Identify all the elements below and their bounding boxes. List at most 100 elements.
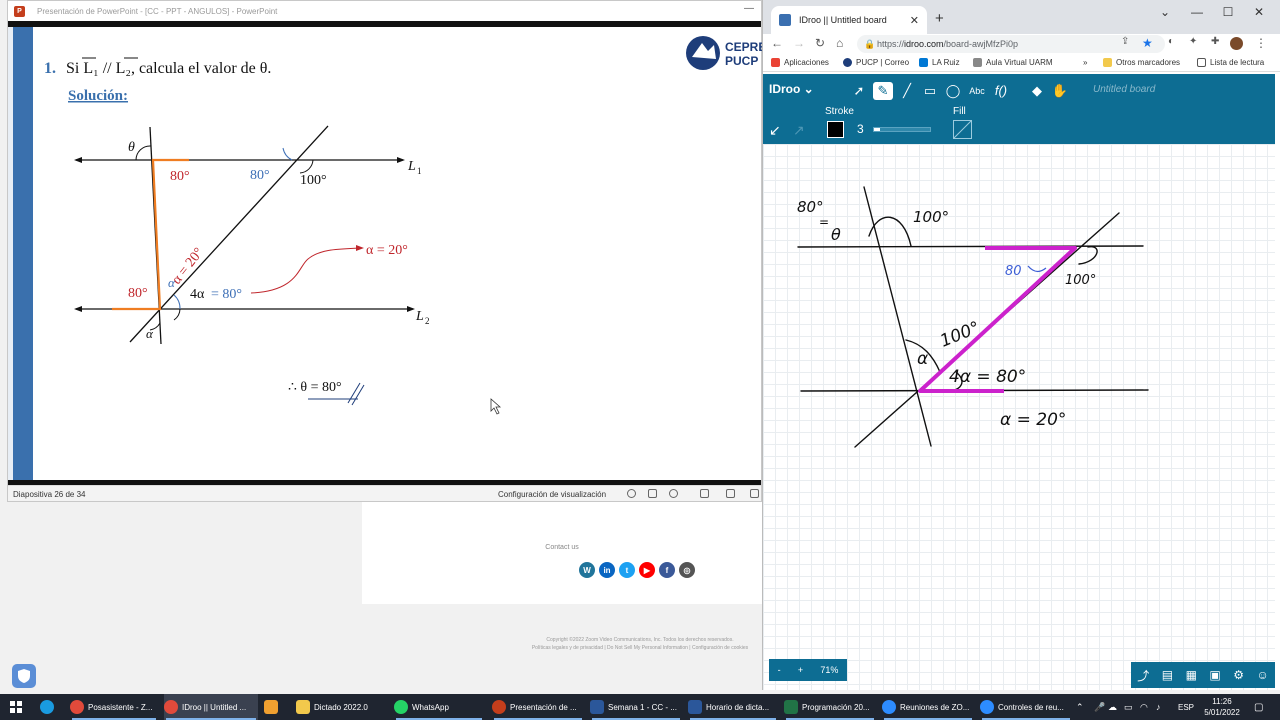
taskbar-item-word-semana[interactable]: Semana 1 - CC - ... (590, 694, 682, 720)
wordpress-icon[interactable]: W (579, 562, 595, 578)
view-settings-button[interactable]: Configuración de visualización (498, 490, 606, 499)
problem-number: 1. (44, 60, 56, 77)
label-alpha-eq-20-callout: α = 20° (366, 243, 408, 258)
star-icon[interactable]: ★ (1142, 36, 1153, 50)
reload-button[interactable]: ↻ (815, 36, 825, 50)
puzzle-icon[interactable]: ✚ (1211, 36, 1219, 47)
taskbar-item-zoom-controles[interactable]: Controles de reu... (980, 694, 1072, 720)
stroke-width-slider[interactable] (873, 127, 931, 132)
bookmark-aula-virtual[interactable]: Aula Virtual UARM (973, 58, 1053, 67)
close-tab-icon[interactable]: ✕ (910, 14, 919, 27)
users-icon[interactable]: ☺ (1256, 668, 1268, 682)
undo-icon[interactable]: ↙ (769, 122, 781, 139)
zoom-level[interactable]: 71% (820, 665, 838, 675)
taskbar-item-posasistente[interactable]: Posasistente - Z... (70, 694, 158, 720)
linkedin-icon[interactable]: in (599, 562, 615, 578)
idroo-logo[interactable]: IDroo ⌄ (769, 82, 814, 96)
url-path: /board-awjMfzPi0p (943, 39, 1019, 49)
eraser-tool-icon[interactable]: ◆ (1027, 82, 1047, 100)
tray-overflow-icon[interactable]: ⌃ (1076, 694, 1084, 720)
taskbar-item-whatsapp[interactable]: WhatsApp (394, 694, 484, 720)
forward-button[interactable]: → (793, 36, 805, 50)
zoom-in-button[interactable]: + (798, 665, 803, 675)
taskbar-item-idroo[interactable]: IDroo || Untitled ... (164, 694, 258, 720)
extension-icon[interactable]: ◐ (1168, 36, 1174, 47)
new-tab-button[interactable]: + (935, 10, 944, 27)
bookmark-other[interactable]: Otros marcadores (1103, 58, 1180, 67)
gear-icon[interactable]: ⚙ (1233, 668, 1244, 682)
microphone-icon[interactable]: 🎤 (1094, 694, 1105, 720)
speaker-notes-icon[interactable] (627, 489, 636, 498)
stroke-color-swatch[interactable] (827, 121, 844, 138)
chevron-down-icon[interactable]: ⌄ (1155, 5, 1175, 19)
youtube-icon[interactable]: ▶ (639, 562, 655, 578)
taskbar-item-powerpoint[interactable]: Presentación de ... (492, 694, 584, 720)
battery-icon[interactable]: ▭ (1124, 694, 1133, 720)
zoom-out-button[interactable]: - (778, 665, 781, 675)
logo-text-cepre: CEPRE (725, 40, 763, 54)
volume-icon[interactable]: ♪ (1156, 694, 1161, 720)
clock[interactable]: 11:26 5/01/2022 (1200, 696, 1244, 718)
bookmark-reading-list[interactable]: Lista de lectura (1197, 58, 1264, 67)
select-tool-icon[interactable]: ➚ (849, 82, 869, 100)
whiteboard-canvas[interactable]: 80° = θ 100° 80 100° 100° α 4α = 80° α =… (763, 144, 1275, 690)
address-bar[interactable]: 🔒 https://idroo.com/board-awjMfzPi0p (857, 35, 1165, 53)
extension-icon-2[interactable]: ✦ (1189, 36, 1197, 47)
onedrive-icon[interactable]: ☁ (1108, 694, 1117, 720)
windows-taskbar: Posasistente - Z... IDroo || Untitled ..… (0, 694, 1280, 720)
home-button[interactable]: ⌂ (836, 36, 843, 50)
network-icon[interactable]: ◠ (1140, 694, 1148, 720)
label-alpha-bottom: α (146, 326, 154, 341)
L2-arrowhead-left (74, 306, 82, 312)
minimize-button[interactable]: — (739, 3, 759, 17)
ellipse-tool-icon[interactable]: ◯ (943, 82, 963, 100)
maximize-button[interactable]: ☐ (1218, 5, 1238, 19)
twitter-icon[interactable]: t (619, 562, 635, 578)
close-window-button[interactable]: ✕ (1249, 5, 1269, 19)
slide-sorter-icon[interactable] (726, 489, 735, 498)
taskbar-item-dictado[interactable]: Dictado 2022.0 (296, 694, 386, 720)
avatar[interactable] (1230, 37, 1243, 50)
line-tool-icon[interactable]: ╱ (897, 82, 917, 100)
facebook-icon[interactable]: f (659, 562, 675, 578)
share-icon[interactable]: ⤴ (1137, 667, 1149, 684)
taskbar-item-zoom-reuniones[interactable]: Reuniones de ZO... (882, 694, 974, 720)
bookmark-pucp[interactable]: PUCP | Correo (843, 58, 909, 67)
chat-icon[interactable]: ▤ (1162, 668, 1173, 682)
fit-view-icon[interactable] (750, 489, 759, 498)
bookmark-la-ruiz[interactable]: LA Ruiz (919, 58, 960, 67)
fill-color-swatch[interactable] (953, 120, 972, 139)
share-icon[interactable]: ⇪ (1121, 36, 1129, 47)
shield-icon[interactable] (12, 664, 36, 688)
handwritten-drawing: 80° = θ 100° 80 100° 100° α 4α = 80° α =… (797, 186, 1149, 448)
notifications-icon[interactable]: ▢ (1254, 694, 1263, 720)
language-indicator[interactable]: ESP (1178, 694, 1194, 720)
image-icon[interactable]: ▣ (1209, 668, 1220, 682)
instagram-icon[interactable]: ◎ (679, 562, 695, 578)
normal-view-icon[interactable] (648, 489, 657, 498)
legal-links[interactable]: Políticas legales y de privacidad | Do N… (510, 644, 770, 652)
board-title[interactable]: Untitled board (1093, 84, 1155, 95)
redo-icon[interactable]: ↗ (793, 122, 805, 139)
start-button[interactable] (10, 694, 22, 720)
bookmarks-overflow[interactable]: » (1083, 58, 1087, 67)
text-tool-icon[interactable]: Abc (967, 82, 987, 100)
document-icon[interactable]: ▦ (1186, 668, 1197, 682)
contact-us-link[interactable]: Contact us (362, 544, 762, 551)
rectangle-tool-icon[interactable]: ▭ (920, 82, 940, 100)
reading-view-icon[interactable] (700, 489, 709, 498)
word-icon (590, 700, 604, 714)
bookmark-apps[interactable]: Aplicaciones (771, 58, 829, 67)
taskbar-item-word-horario[interactable]: Horario de dicta... (688, 694, 778, 720)
back-button[interactable]: ← (771, 36, 783, 50)
slideshow-icon[interactable] (669, 489, 678, 498)
taskbar-item-media[interactable] (264, 694, 282, 720)
hand-tool-icon[interactable]: ✋ (1050, 82, 1070, 100)
menu-icon[interactable]: ⋮ (1255, 36, 1267, 50)
edge-icon[interactable] (40, 694, 58, 720)
pen-tool-icon[interactable]: ✎ (873, 82, 893, 100)
taskbar-item-excel[interactable]: Programación 20... (784, 694, 876, 720)
tab-idroo[interactable]: IDroo || Untitled board ✕ (771, 6, 927, 34)
formula-tool-icon[interactable]: f() (991, 82, 1011, 100)
minimize-button[interactable]: — (1187, 5, 1207, 19)
